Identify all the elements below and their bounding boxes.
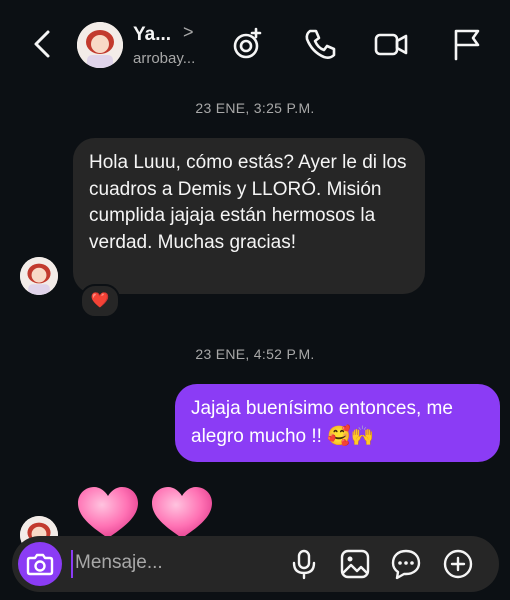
contact-name[interactable]: Ya...	[133, 24, 171, 46]
sticker-icon[interactable]	[390, 548, 422, 580]
image-gallery-icon[interactable]	[339, 548, 371, 580]
chat-header: Ya... > arrobay...	[0, 0, 510, 92]
phone-icon[interactable]	[302, 26, 338, 62]
heart-reaction[interactable]: ❤️	[80, 284, 120, 318]
message-composer: Mensaje...	[12, 536, 499, 592]
text-cursor	[71, 550, 73, 578]
plus-icon[interactable]	[442, 548, 474, 580]
contact-chevron[interactable]: >	[183, 22, 194, 43]
timestamp: 23 ENE, 3:25 P.M.	[195, 100, 315, 116]
heart-emoji-message[interactable]	[76, 484, 216, 540]
microphone-icon[interactable]	[288, 548, 320, 580]
contact-avatar[interactable]	[77, 22, 123, 68]
camera-icon	[26, 553, 54, 576]
incoming-message-bubble[interactable]: Hola Luuu, cómo estás? Ayer le di los cu…	[73, 138, 425, 294]
flag-icon[interactable]	[449, 26, 485, 62]
video-camera-icon[interactable]	[373, 26, 409, 62]
outgoing-message-bubble[interactable]: Jajaja buenísimo entonces, me alegro muc…	[175, 384, 500, 462]
sender-avatar[interactable]	[20, 257, 58, 295]
back-chevron-icon[interactable]	[28, 28, 56, 60]
timestamp: 23 ENE, 4:52 P.M.	[195, 346, 315, 362]
camera-button[interactable]	[18, 542, 62, 586]
contact-username[interactable]: arrobay...	[133, 50, 195, 67]
message-input[interactable]: Mensaje...	[75, 552, 163, 574]
effects-icon[interactable]	[230, 26, 266, 62]
